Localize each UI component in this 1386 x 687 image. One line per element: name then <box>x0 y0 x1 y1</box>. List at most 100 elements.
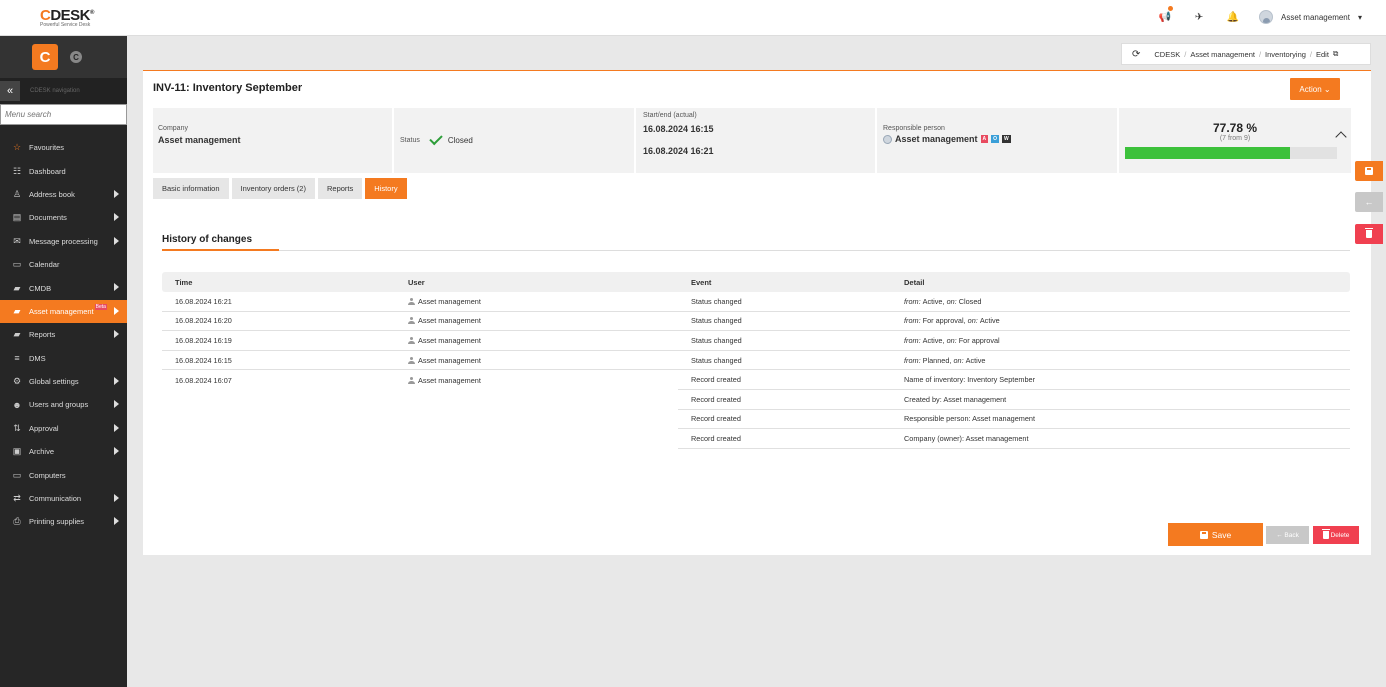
tab-history[interactable]: History <box>365 178 407 199</box>
status-cell: Status Closed <box>394 108 634 173</box>
sidebar-item-documents[interactable]: ▤ Documents <box>0 206 127 229</box>
sidebar-item-label: Address book <box>29 189 75 199</box>
sidebar: C C « CDESK navigation ☆ Favourites ☷ Dashb… <box>0 36 127 687</box>
company-value: Asset management <box>158 135 241 145</box>
plane-icon[interactable]: ✈ <box>1191 9 1207 25</box>
save-button[interactable]: Save <box>1168 523 1263 546</box>
cell-time: 16.08.2024 16:19 <box>162 331 395 351</box>
delete-button[interactable]: Delete <box>1313 526 1359 544</box>
sidebar-item-communication[interactable]: ⇄ Communication <box>0 487 127 510</box>
caret-down-icon: ▾ <box>1357 12 1362 22</box>
sidebar-item-label: Global settings <box>29 377 79 387</box>
sidebar-item-archive[interactable]: ▣ Archive <box>0 440 127 463</box>
cell-detail: Company (owner): Asset management <box>891 429 1350 449</box>
table-row: 16.08.2024 16:07 Asset management Record c… <box>162 370 1350 390</box>
progress-fill <box>1125 147 1290 159</box>
cell-user: Asset management <box>395 292 678 312</box>
table-row: 16.08.2024 16:19 Asset management Status c… <box>162 331 1350 351</box>
trash-icon <box>1365 228 1373 238</box>
sidebar-item-message-processing[interactable]: ✉ Message processing <box>0 230 127 253</box>
sidebar-item-approval[interactable]: ⇅ Approval <box>0 417 127 440</box>
breadcrumb-asset-management[interactable]: Asset management <box>1190 50 1255 59</box>
sidebar-item-users-and-groups[interactable]: ☻ Users and groups <box>0 393 127 416</box>
breadcrumb-cdesk[interactable]: CDESK <box>1154 50 1180 59</box>
sidebar-item-global-settings[interactable]: ⚙ Global settings <box>0 370 127 393</box>
breadcrumb-inventorying[interactable]: Inventorying <box>1265 50 1306 59</box>
sidebar-item-label: Users and groups <box>29 400 89 410</box>
back-button[interactable]: ← Back <box>1266 526 1309 544</box>
tab-reports[interactable]: Reports <box>317 178 363 199</box>
caret-right-icon <box>114 306 119 315</box>
cell-user: Asset management <box>395 351 678 371</box>
sidebar-logo-secondary[interactable]: C <box>70 51 82 63</box>
envelope-icon: ✉ <box>13 235 21 246</box>
startend-label: Start/end (actual) <box>643 112 697 119</box>
user-icon <box>408 356 415 364</box>
megaphone-icon[interactable]: 📢 <box>1157 6 1174 25</box>
company-label: Company <box>158 125 188 132</box>
section-divider <box>162 250 1350 251</box>
breadcrumb-edit: Edit <box>1316 49 1329 59</box>
col-time: Time <box>175 277 193 287</box>
caret-right-icon <box>114 236 119 245</box>
caret-right-icon <box>114 400 119 409</box>
sidebar-logo[interactable]: C <box>32 44 58 70</box>
tab-inventory-orders-2[interactable]: Inventory orders (2) <box>231 178 315 199</box>
startend-cell: Start/end (actual) 16.08.2024 16:15 16.0… <box>636 108 875 173</box>
menu-search-input[interactable] <box>0 104 127 125</box>
refresh-icon[interactable]: ⟳ <box>1132 49 1140 60</box>
external-link-icon[interactable]: ⧉ <box>1333 49 1338 59</box>
progress-bar <box>1125 147 1337 159</box>
cell-detail: from: Active, on: For approval <box>891 331 1350 351</box>
cell-user: Asset management <box>395 370 678 390</box>
notification-dot <box>1168 6 1174 11</box>
sidebar-item-calendar[interactable]: ▭ Calendar <box>0 253 127 276</box>
table-row: 16.08.2024 16:20 Asset management Status c… <box>162 312 1350 332</box>
laptop-icon: ▭ <box>12 469 22 480</box>
user-menu[interactable]: Asset management ▾ <box>1259 10 1362 24</box>
floating-back-button[interactable]: ← <box>1355 192 1383 212</box>
avatar <box>883 134 892 144</box>
sidebar-item-label: Calendar <box>29 260 60 270</box>
floating-delete-button[interactable] <box>1355 224 1383 244</box>
sidebar-item-cmdb[interactable]: ▰ CMDB <box>0 276 127 299</box>
sidebar-nav-label: CDESK navigation <box>30 88 80 94</box>
sidebar-item-address-book[interactable]: ♙ Address book <box>0 183 127 206</box>
sidebar-item-label: Asset management <box>29 306 94 316</box>
tab-basic-information[interactable]: Basic information <box>153 178 229 199</box>
beta-badge: Beta <box>94 304 107 311</box>
cell-event: Status changed <box>678 331 891 351</box>
logo-tagline: Powerful Service Desk <box>40 22 91 28</box>
arrow-left-icon: ← <box>1364 197 1374 207</box>
sidebar-item-computers[interactable]: ▭ Computers <box>0 463 127 486</box>
sidebar-item-label: Dashboard <box>29 166 66 176</box>
page-title: INV-11: Inventory September <box>153 82 303 94</box>
app-logo[interactable]: CDESK® Powerful Service Desk <box>40 7 94 28</box>
sidebar-item-label: Printing supplies <box>29 517 85 527</box>
caret-right-icon <box>114 189 119 198</box>
responsible-value[interactable]: Asset management <box>895 134 978 144</box>
sidebar-item-favourites[interactable]: ☆ Favourites <box>0 136 127 159</box>
sidebar-item-reports[interactable]: ▰ Reports <box>0 323 127 346</box>
top-bar: CDESK® Powerful Service Desk 📢 ✈ 🔔 Asset… <box>0 0 1386 36</box>
cell-event: Record created <box>678 390 891 410</box>
sidebar-item-asset-management[interactable]: ▰ Asset management Beta <box>0 299 127 324</box>
responsible-cell: Responsible person Asset management A O … <box>877 108 1117 173</box>
bell-icon[interactable]: 🔔 <box>1225 9 1241 25</box>
sidebar-item-printing-supplies[interactable]: ⎙ Printing supplies <box>0 510 127 533</box>
sidebar-item-dms[interactable]: ≡ DMS <box>0 347 127 370</box>
action-button[interactable]: Action ⌄ <box>1290 78 1340 100</box>
sidebar-item-label: Archive <box>29 447 55 457</box>
archive-icon: ▣ <box>12 446 22 457</box>
cell-time <box>162 410 395 430</box>
caret-right-icon <box>114 376 119 385</box>
folder-open-icon: ▰ <box>13 305 21 316</box>
cell-event: Record created <box>678 410 891 430</box>
database-icon: ≡ <box>14 353 20 364</box>
floating-save-button[interactable] <box>1355 161 1383 181</box>
cell-detail: Name of inventory: Inventory September <box>891 370 1350 390</box>
sidebar-item-dashboard[interactable]: ☷ Dashboard <box>0 159 127 182</box>
cell-time: 16.08.2024 16:07 <box>175 375 232 385</box>
table-row: Record created Company (owner): Asset man… <box>162 429 1350 449</box>
collapse-sidebar-button[interactable]: « <box>0 81 20 101</box>
